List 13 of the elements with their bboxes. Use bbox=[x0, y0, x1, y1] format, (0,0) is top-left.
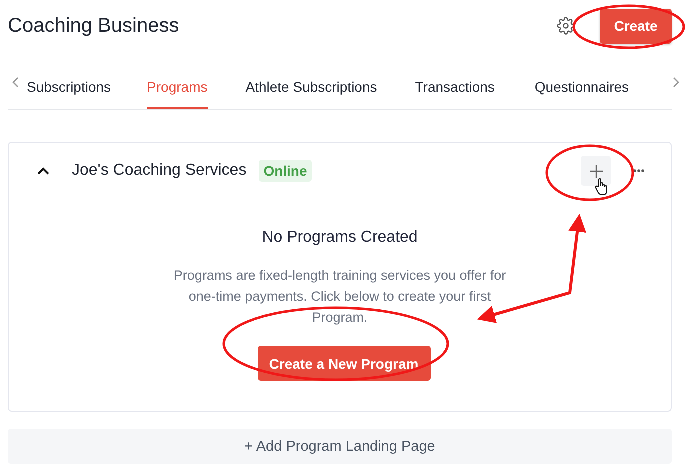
tab[interactable]: Athlete Subscriptions bbox=[246, 51, 378, 109]
tab[interactable]: Subscriptions bbox=[27, 51, 112, 109]
tab[interactable]: Transactions bbox=[415, 51, 495, 109]
program-group-name: Joe's Coaching Services bbox=[72, 162, 247, 180]
empty-state-heading: No Programs Created bbox=[262, 229, 418, 247]
empty-state-description: Programs are fixed-length training services you offer for one-time payments. Click below to create your first Program. bbox=[172, 267, 508, 327]
tab[interactable]: Questionnaires bbox=[534, 51, 630, 109]
status-badge: Online bbox=[258, 160, 312, 182]
create-button[interactable]: Create bbox=[600, 8, 672, 44]
tab[interactable]: Programs bbox=[147, 51, 208, 109]
create-program-button[interactable]: Create a New Program bbox=[258, 346, 430, 381]
page-title: Coaching Business bbox=[8, 14, 180, 38]
add-landing-page-button[interactable]: + Add Program Landing Page bbox=[8, 429, 672, 464]
